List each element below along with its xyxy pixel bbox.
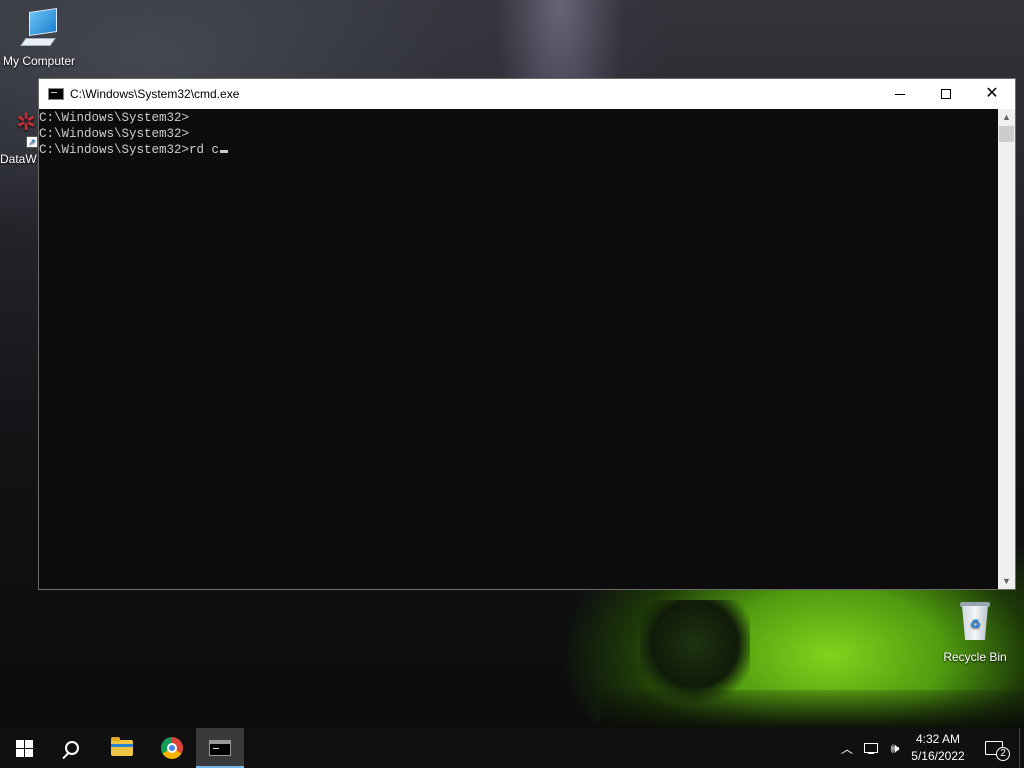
console-line: C:\Windows\System32> (39, 127, 190, 141)
notification-icon: 2 (985, 741, 1010, 761)
cmd-icon (48, 88, 64, 100)
close-button[interactable]: ✕ (969, 79, 1015, 109)
window-titlebar[interactable]: C:\Windows\System32\cmd.exe ✕ (39, 79, 1015, 109)
wallpaper-grass (600, 690, 1024, 730)
shortcut-arrow-icon: ↗ (26, 136, 38, 148)
minimize-button[interactable] (877, 79, 923, 109)
search-button[interactable] (48, 728, 96, 768)
chevron-up-icon: ︿ (840, 741, 853, 756)
cmd-icon (209, 740, 231, 756)
vertical-scrollbar[interactable]: ▲ ▼ (998, 109, 1015, 589)
cmd-window[interactable]: C:\Windows\System32\cmd.exe ✕ C:\Windows… (38, 78, 1016, 590)
desktop-icon-label: My Computer (2, 54, 76, 68)
clock[interactable]: 4:32 AM 5/16/2022 (908, 728, 968, 768)
minimize-icon (895, 93, 905, 95)
console-line: C:\Windows\System32> (39, 111, 190, 125)
volume-button[interactable]: 🕪 (884, 728, 906, 768)
clock-date: 5/16/2022 (911, 749, 965, 763)
console-line: C:\Windows\System32>rd c (39, 143, 220, 157)
maximize-button[interactable] (923, 79, 969, 109)
notification-count-badge: 2 (996, 747, 1010, 761)
desktop-icon-dataw[interactable]: ↗ DataW (0, 110, 40, 166)
desktop-icon-label: Recycle Bin (943, 650, 1007, 664)
taskbar: ︿ 🕪 4:32 AM 5/16/2022 2 (0, 728, 1024, 768)
folder-icon (111, 737, 133, 756)
dataw-app-icon: ↗ (14, 110, 38, 148)
desktop-icon-my-computer[interactable]: My Computer (0, 8, 78, 68)
scroll-down-arrow-icon[interactable]: ▼ (998, 573, 1015, 589)
action-center-button[interactable]: 2 (976, 728, 1012, 768)
clock-time: 4:32 AM (915, 732, 961, 746)
taskbar-file-explorer[interactable] (98, 728, 146, 768)
chrome-icon (161, 737, 183, 759)
network-icon (864, 743, 878, 754)
taskbar-chrome[interactable] (148, 728, 196, 768)
windows-logo-icon (15, 739, 33, 757)
close-icon: ✕ (985, 85, 999, 102)
scroll-up-arrow-icon[interactable]: ▲ (998, 109, 1015, 125)
maximize-icon (941, 89, 951, 99)
search-icon (65, 741, 79, 755)
start-button[interactable] (0, 728, 48, 768)
taskbar-command-prompt[interactable] (196, 728, 244, 768)
desktop-icon-recycle-bin[interactable]: ♻ Recycle Bin (938, 600, 1012, 664)
show-desktop-button[interactable] (1019, 728, 1024, 768)
desktop-icon-label: DataW (0, 152, 37, 166)
console-output[interactable]: C:\Windows\System32> C:\Windows\System32… (39, 109, 999, 589)
speaker-icon: 🕪 (890, 739, 900, 756)
computer-icon (19, 8, 59, 52)
window-title: C:\Windows\System32\cmd.exe (70, 87, 240, 101)
text-cursor (220, 150, 229, 153)
console-input-line[interactable]: C:\Windows\System32>rd c (39, 142, 999, 158)
scrollbar-thumb[interactable] (999, 126, 1014, 142)
show-hidden-icons-button[interactable]: ︿ (838, 728, 856, 768)
network-button[interactable] (860, 728, 882, 768)
recycle-bin-icon: ♻ (958, 600, 992, 640)
